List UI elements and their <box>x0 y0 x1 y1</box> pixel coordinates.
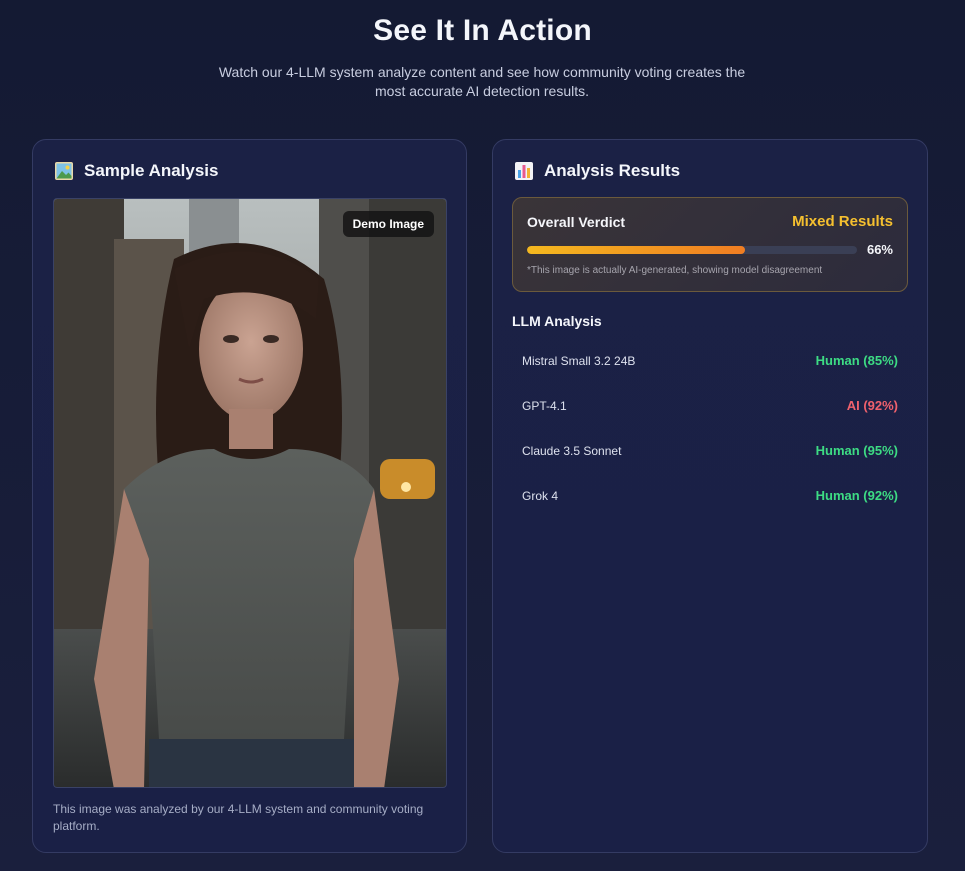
verdict-label: Overall Verdict <box>527 214 626 230</box>
bar-chart-icon <box>514 161 534 181</box>
analysis-results-header: Analysis Results <box>514 161 680 181</box>
verdict-value: Mixed Results <box>792 213 893 230</box>
verdict-note: *This image is actually AI-generated, sh… <box>527 265 823 276</box>
page-subtitle: Watch our 4-LLM system analyze content a… <box>218 64 746 99</box>
llm-list: Mistral Small 3.2 24B Human (85%) GPT-4.… <box>512 338 908 518</box>
overall-verdict-panel: Overall Verdict Mixed Results 66% *This … <box>512 197 908 292</box>
verdict-progress-fill <box>527 246 745 254</box>
llm-result: AI (92%) <box>846 398 898 413</box>
analysis-results-title: Analysis Results <box>544 161 681 180</box>
llm-result: Human (85%) <box>815 353 898 368</box>
llm-result: Human (92%) <box>815 488 898 503</box>
list-item: Grok 4 Human (92%) <box>512 473 908 518</box>
verdict-progress-track <box>527 246 857 254</box>
llm-result: Human (95%) <box>815 443 898 458</box>
picture-icon <box>54 161 74 181</box>
sample-analysis-title: Sample Analysis <box>84 161 219 180</box>
llm-name: Claude 3.5 Sonnet <box>522 443 622 458</box>
sample-analysis-header: Sample Analysis <box>54 161 219 181</box>
page: See It In Action Watch our 4-LLM system … <box>0 0 965 871</box>
analysis-results-card: Analysis Results Overall Verdict Mixed R… <box>492 139 928 853</box>
list-item: GPT-4.1 AI (92%) <box>512 383 908 428</box>
list-item: Claude 3.5 Sonnet Human (95%) <box>512 428 908 473</box>
page-title: See It In Action <box>373 14 592 47</box>
demo-image-badge: Demo Image <box>342 211 434 237</box>
demo-image: Demo Image <box>53 198 447 788</box>
verdict-percent: 66% <box>866 242 893 257</box>
sample-caption: This image was analyzed by our 4-LLM sys… <box>53 802 424 833</box>
list-item: Mistral Small 3.2 24B Human (85%) <box>512 338 908 383</box>
llm-name: Grok 4 <box>522 488 559 503</box>
llm-name: Mistral Small 3.2 24B <box>522 353 636 368</box>
llm-analysis-title: LLM Analysis <box>512 313 602 329</box>
llm-name: GPT-4.1 <box>522 398 567 413</box>
sample-analysis-card: Sample Analysis Demo Image This image wa… <box>32 139 467 853</box>
